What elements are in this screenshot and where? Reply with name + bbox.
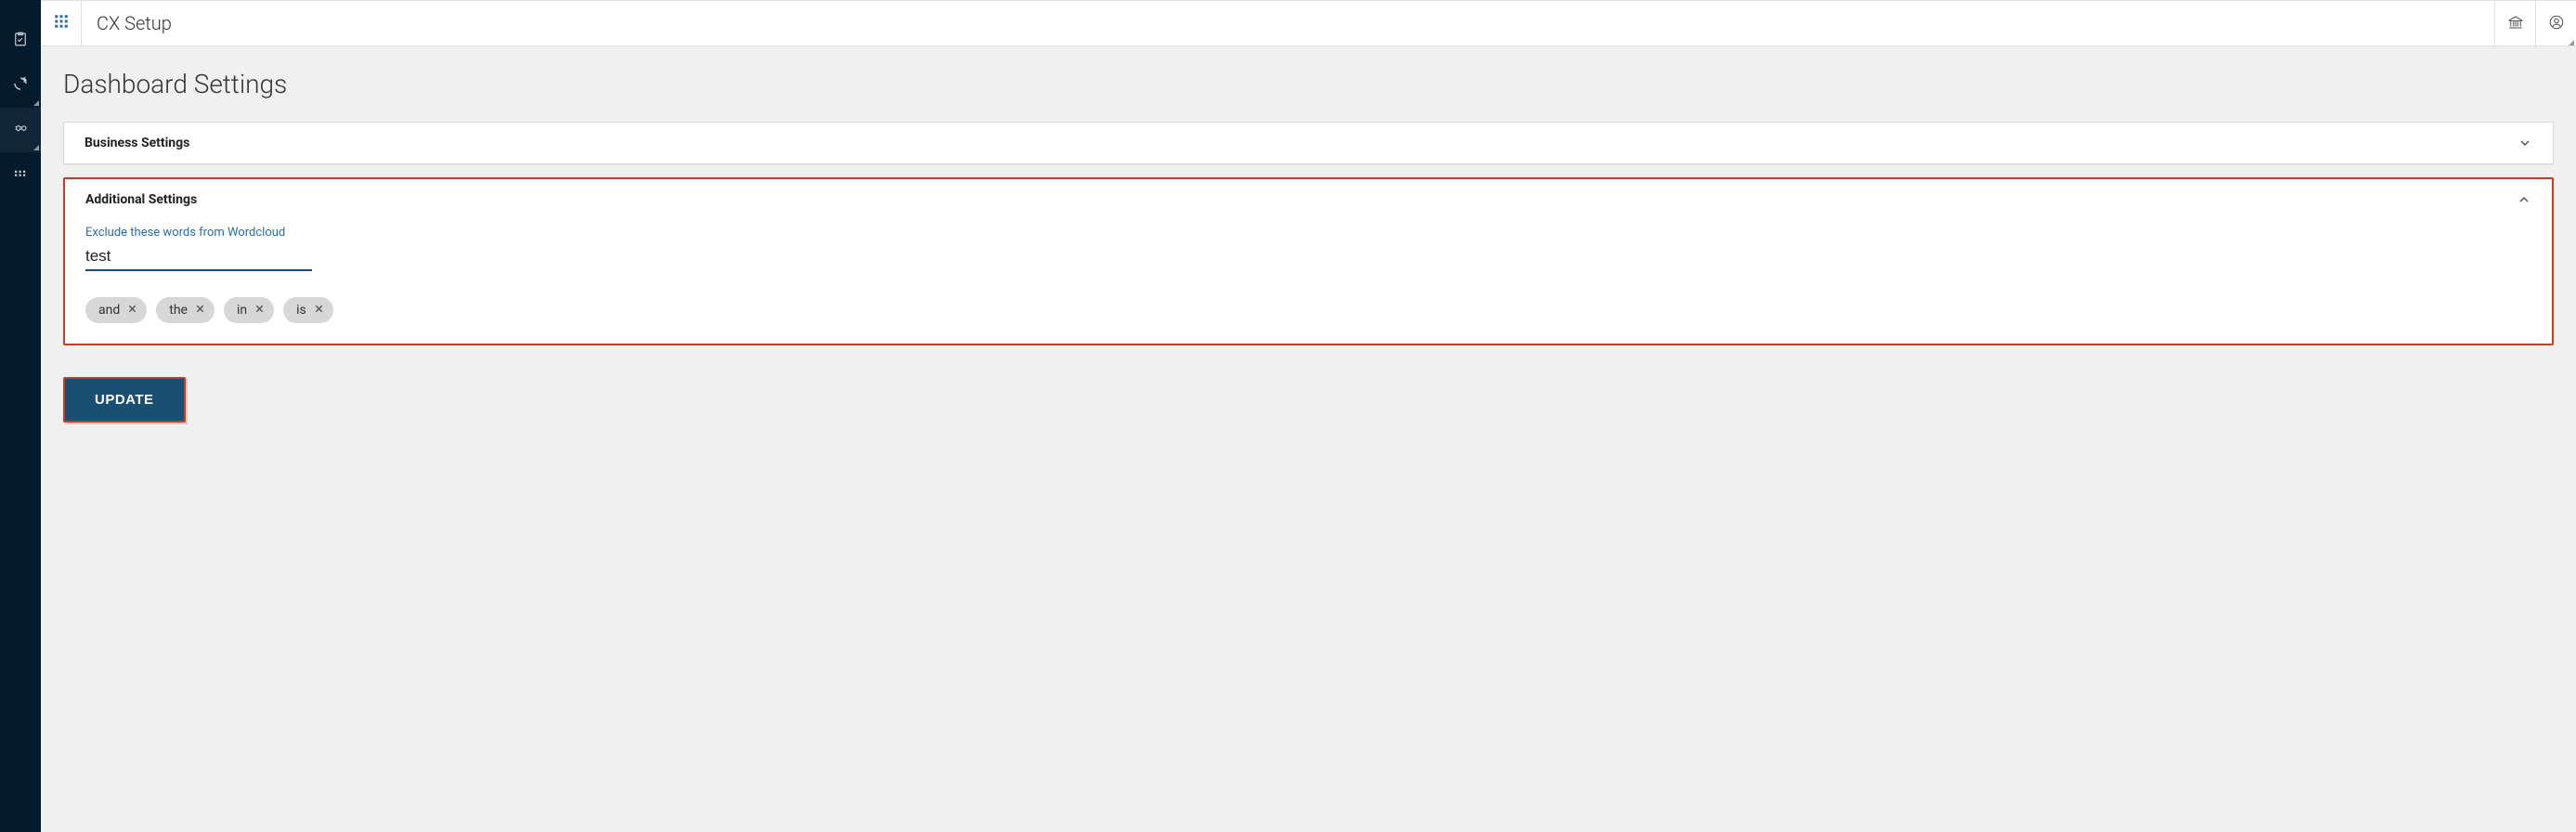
additional-settings-panel: Additional Settings Exclude these words … bbox=[63, 177, 2554, 345]
update-button[interactable]: UPDATE bbox=[65, 379, 184, 421]
rail-item-grid[interactable] bbox=[0, 152, 41, 197]
close-icon bbox=[127, 303, 137, 318]
rail-item-checklist[interactable] bbox=[0, 19, 41, 63]
bank-button[interactable] bbox=[2494, 1, 2535, 47]
chip-remove-button[interactable] bbox=[314, 303, 324, 318]
left-nav-rail bbox=[0, 0, 41, 832]
share-icon bbox=[12, 75, 29, 96]
top-bar: CX Setup bbox=[41, 0, 2576, 46]
user-circle-icon bbox=[2548, 14, 2565, 34]
expand-corner-icon bbox=[33, 145, 39, 150]
wordcloud-exclude-input[interactable] bbox=[85, 243, 312, 271]
chip-label: is bbox=[296, 303, 306, 318]
business-settings-header[interactable]: Business Settings bbox=[64, 123, 2553, 163]
chevron-down-icon bbox=[2517, 136, 2532, 150]
close-icon bbox=[254, 303, 265, 318]
chevron-up-icon bbox=[2517, 192, 2531, 207]
chip-item: in bbox=[224, 297, 274, 323]
page-title: Dashboard Settings bbox=[63, 69, 2554, 99]
chip-remove-button[interactable] bbox=[195, 303, 205, 318]
wordcloud-field-label: Exclude these words from Wordcloud bbox=[85, 226, 2531, 240]
additional-settings-header[interactable]: Additional Settings bbox=[65, 179, 2552, 220]
bank-icon bbox=[2507, 14, 2524, 34]
close-icon bbox=[195, 303, 205, 318]
chip-remove-button[interactable] bbox=[254, 303, 265, 318]
rail-item-settings[interactable] bbox=[0, 108, 41, 152]
expand-corner-icon bbox=[2569, 40, 2574, 46]
panel-title: Additional Settings bbox=[85, 192, 197, 207]
close-icon bbox=[314, 303, 324, 318]
chip-remove-button[interactable] bbox=[127, 303, 137, 318]
app-title: CX Setup bbox=[82, 12, 172, 34]
panel-title: Business Settings bbox=[85, 136, 189, 150]
user-menu-button[interactable] bbox=[2535, 1, 2576, 47]
grid-small-icon bbox=[12, 164, 29, 185]
expand-corner-icon bbox=[33, 100, 39, 106]
rail-item-share[interactable] bbox=[0, 63, 41, 108]
checklist-icon bbox=[12, 31, 29, 51]
chip-item: is bbox=[283, 297, 333, 323]
app-switcher-button[interactable] bbox=[41, 0, 82, 46]
chip-item: and bbox=[85, 297, 147, 323]
settings-gear-icon bbox=[12, 120, 29, 140]
chip-label: in bbox=[237, 303, 247, 318]
apps-icon bbox=[53, 13, 70, 33]
business-settings-panel: Business Settings bbox=[63, 122, 2554, 164]
chip-label: and bbox=[98, 303, 120, 318]
update-button-highlight: UPDATE bbox=[63, 377, 186, 422]
chip-item: the bbox=[156, 297, 215, 323]
chips-container: and the bbox=[85, 297, 2531, 323]
chip-label: the bbox=[169, 303, 188, 318]
